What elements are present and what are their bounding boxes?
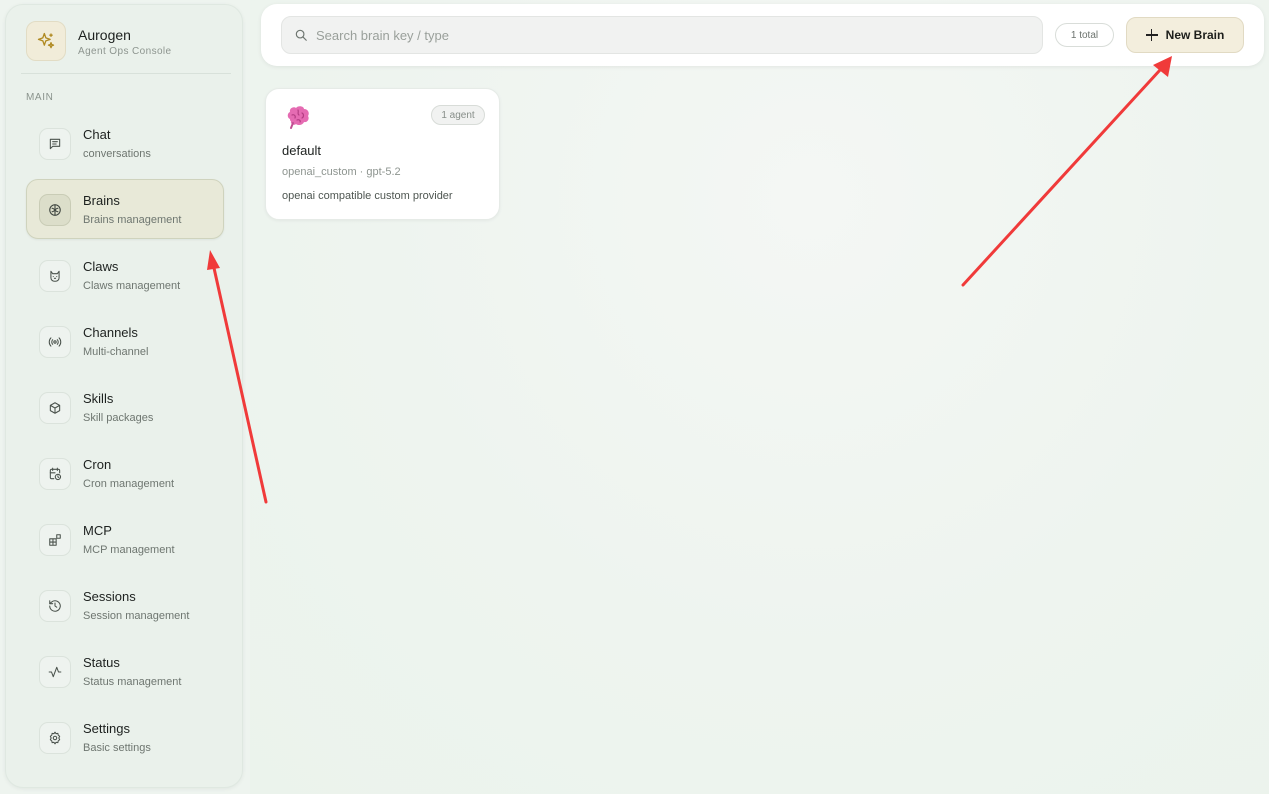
sidebar-item-label: Claws — [83, 259, 119, 274]
plus-icon — [1145, 29, 1158, 41]
brand-subtitle: Agent Ops Console — [78, 46, 172, 57]
sidebar-item-brains[interactable]: Brains Brains management — [26, 179, 224, 239]
sidebar-item-sub: MCP management — [83, 544, 175, 556]
new-brain-label: New Brain — [1165, 28, 1225, 42]
sidebar-item-sub: Cron management — [83, 478, 175, 490]
sidebar-item-sub: Status management — [83, 676, 182, 688]
sidebar-item-sub: conversations — [83, 148, 151, 160]
sidebar: Aurogen Agent Ops Console MAIN Chat conv… — [5, 4, 243, 788]
sidebar-item-sub: Claws management — [83, 280, 181, 292]
calendar-clock-icon — [39, 458, 71, 490]
sidebar-item-sub: Basic settings — [83, 742, 151, 754]
section-label: MAIN — [26, 92, 54, 103]
history-icon — [39, 590, 71, 622]
toolbar: 1 total New Brain — [261, 4, 1264, 66]
sidebar-item-label: Cron — [83, 457, 112, 472]
sidebar-item-label: Skills — [83, 391, 114, 406]
total-count-badge: 1 total — [1055, 23, 1114, 47]
sidebar-item-sub: Session management — [83, 610, 190, 622]
brain-meta: openai_custom · gpt-5.2 — [282, 166, 401, 178]
broadcast-icon — [39, 326, 71, 358]
search-icon — [295, 29, 307, 41]
brain-description: openai compatible custom provider — [282, 190, 453, 202]
new-brain-button[interactable]: New Brain — [1126, 17, 1244, 53]
sidebar-item-label: Channels — [83, 325, 138, 340]
blocks-icon — [39, 524, 71, 556]
brain-icon — [39, 194, 71, 226]
search-box — [281, 16, 1043, 54]
sidebar-item-sessions[interactable]: Sessions Session management — [26, 575, 224, 635]
package-icon — [39, 392, 71, 424]
chat-icon — [39, 128, 71, 160]
brain-name: default — [282, 143, 322, 158]
sparkle-icon — [26, 21, 66, 61]
sidebar-item-label: Brains — [83, 193, 120, 208]
sidebar-item-claws[interactable]: Claws Claws management — [26, 245, 224, 305]
cat-icon — [39, 260, 71, 292]
sidebar-item-chat[interactable]: Chat conversations — [26, 113, 224, 173]
divider — [21, 73, 231, 74]
sidebar-item-settings[interactable]: Settings Basic settings — [26, 707, 224, 767]
sidebar-item-label: Chat — [83, 127, 111, 142]
sidebar-item-label: Sessions — [83, 589, 136, 604]
sidebar-item-sub: Multi-channel — [83, 346, 149, 358]
agent-count-badge: 1 agent — [431, 105, 485, 125]
brain-card[interactable]: 1 agent default openai_custom · gpt-5.2 … — [265, 88, 500, 220]
sidebar-item-label: MCP — [83, 523, 112, 538]
sidebar-item-mcp[interactable]: MCP MCP management — [26, 509, 224, 569]
sidebar-item-channels[interactable]: Channels Multi-channel — [26, 311, 224, 371]
sidebar-item-skills[interactable]: Skills Skill packages — [26, 377, 224, 437]
brand: Aurogen Agent Ops Console — [26, 21, 226, 61]
activity-icon — [39, 656, 71, 688]
sidebar-item-cron[interactable]: Cron Cron management — [26, 443, 224, 503]
sidebar-item-label: Status — [83, 655, 120, 670]
sidebar-item-label: Settings — [83, 721, 130, 736]
sidebar-item-sub: Brains management — [83, 214, 182, 226]
brain-emoji — [287, 106, 309, 129]
brand-title: Aurogen — [78, 27, 131, 43]
gear-icon — [39, 722, 71, 754]
sidebar-item-sub: Skill packages — [83, 412, 154, 424]
search-input[interactable] — [316, 17, 1036, 53]
sidebar-item-status[interactable]: Status Status management — [26, 641, 224, 701]
